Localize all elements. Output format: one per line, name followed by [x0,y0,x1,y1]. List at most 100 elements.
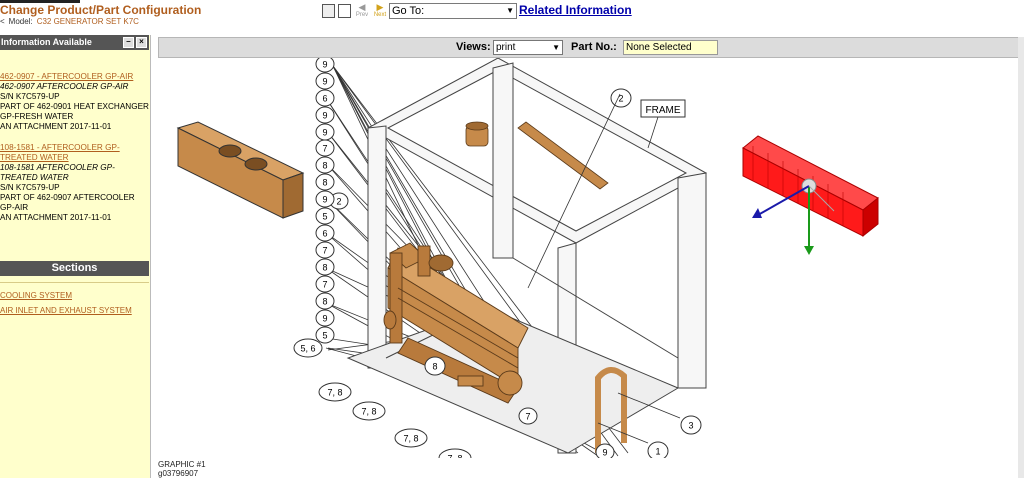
callout-label: 8 [322,178,327,188]
divider [0,282,149,283]
callout-label: 9 [322,128,327,138]
callout-bubble: 7, 8 [394,428,428,448]
callout-bubble: 7 [518,407,538,425]
callout-label: 2 [336,197,341,207]
callout-bubble: 6 [315,89,335,107]
info-entry-line: S/N K7C579-UP [0,92,60,101]
callout-bubble: 5, 6 [293,338,323,358]
callout-bubble: 6 [315,224,335,242]
info-available-header: Information Available – × [0,35,149,50]
chevron-down-icon: ▼ [506,6,514,15]
chevron-down-icon: ▼ [552,43,560,52]
callout-bubble: 9 [595,443,615,461]
info-entry-line: 108-1581 AFTERCOOLER GP-TREATED WATER [0,163,115,182]
callout-bubble: 3 [680,415,702,435]
callout-bubble: 7, 8 [438,448,472,468]
model-line: < Model: C32 GENERATOR SET K7C [0,17,139,26]
model-label: Model: [8,17,33,26]
graphic-caption: GRAPHIC #1 g03796907 [158,460,206,478]
info-entry-line: AN ATTACHMENT 2017-11-01 [0,122,112,131]
callout-bubble: 7, 8 [318,382,352,402]
model-value: C32 GENERATOR SET K7C [36,17,139,26]
close-icon[interactable]: × [136,37,147,48]
info-sidebar: Information Available – × 462-0907 - AFT… [0,35,151,478]
exploded-view-drawing[interactable]: FRAME 9969978829567878955, 687, 87, 87, … [158,55,1024,468]
part-number-field[interactable]: None Selected [623,40,718,55]
callout-label: 5 [322,212,327,222]
info-available-title: Information Available [1,37,92,47]
vertical-scrollbar[interactable] [1018,37,1024,478]
callout-label: 7 [322,246,327,256]
section-link-air-inlet[interactable]: AIR INLET AND EXHAUST SYSTEM [0,306,132,315]
highlighted-aftercooler-part[interactable] [742,135,879,255]
info-entry-line: S/N K7C579-UP [0,183,60,192]
callout-label: 9 [322,195,327,205]
callout-label: 9 [322,77,327,87]
callout-label: 9 [602,448,607,458]
print-icon[interactable] [322,4,335,18]
views-select[interactable]: print ▼ [493,40,563,55]
graphic-number: GRAPHIC #1 [158,460,206,469]
section-link-cooling[interactable]: COOLING SYSTEM [0,291,72,300]
callout-bubble: 8 [424,356,446,376]
chevron-left-icon: < [0,17,5,26]
callout-label: 5 [322,331,327,341]
info-entry-link[interactable]: 462-0907 - AFTERCOOLER GP-AIR [0,72,149,82]
minimize-icon[interactable]: – [123,37,134,48]
next-button[interactable]: ▶ Next [372,2,388,19]
sections-header: Sections [0,261,149,276]
views-value: print [496,42,516,53]
callout-bubble: 9 [315,106,335,124]
info-entry: 108-1581 - AFTERCOOLER GP-TREATED WATER … [0,143,149,223]
info-entry: 462-0907 - AFTERCOOLER GP-AIR 462-0907 A… [0,72,149,132]
callout-label: 8 [322,263,327,273]
callout-bubble: 7 [315,275,335,293]
callout-label: 7, 8 [447,454,462,459]
arrow-right-icon: ▶ [376,2,384,12]
part-number-label: Part No.: [571,41,617,53]
callout-bubble: 9 [315,55,335,73]
callout-label: 5, 6 [300,344,315,354]
callout-label: 3 [688,421,693,431]
info-entry-line: PART OF 462-0901 HEAT EXCHANGER GP-FRESH… [0,102,149,121]
callout-bubble: 7, 8 [352,401,386,421]
callout-bubble: 8 [315,258,335,276]
callout-bubble: 9 [315,72,335,90]
info-entry-link[interactable]: 108-1581 - AFTERCOOLER GP-TREATED WATER [0,143,149,163]
goto-value: Go To: [392,5,425,17]
callout-bubble: 2 [610,88,632,108]
callout-label: 7 [322,280,327,290]
callout-label: 9 [322,111,327,121]
callout-label: 8 [322,297,327,307]
callout-bubble: 7 [315,139,335,157]
document-icon[interactable] [338,4,351,18]
callout-label: 7 [525,412,530,422]
callout-label: 6 [322,229,327,239]
callout-label: 1 [655,447,660,457]
related-information-link[interactable]: Related Information [519,3,632,17]
callout-label: 6 [322,94,327,104]
callout-bubble: 8 [315,292,335,310]
callout-label: 9 [322,60,327,70]
callout-label: 9 [322,314,327,324]
parts-graphic[interactable]: FRAME 9 9 6 9 9 7 8 8 2 9 5 6 7 8 7 8 9 5 5, 6 8 7, 8 7, 8 7, … [158,55,1024,468]
frame-label: FRAME [646,105,681,116]
callout-bubble: 9 [315,309,335,327]
callout-bubble: 1 [647,441,669,461]
info-entry-line: 462-0907 AFTERCOOLER GP-AIR [0,82,129,91]
arrow-left-icon: ◀ [358,2,366,12]
callout-bubble: 9 [315,190,335,208]
goto-select[interactable]: Go To: ▼ [389,3,517,19]
prev-label: Prev [355,12,369,18]
views-toolbar: Views: print ▼ Part No.: None Selected [158,37,1024,58]
callout-bubble: 5 [315,207,335,225]
info-entry-line: PART OF 462-0907 AFTERCOOLER GP-AIR [0,193,135,212]
change-configuration-link[interactable]: Change Product/Part Configuration [0,3,201,17]
next-label: Next [373,12,387,18]
callout-bubble: 7 [315,241,335,259]
graphic-id: g03796907 [158,469,199,478]
callout-label: 7, 8 [327,388,342,398]
callout-bubble: 8 [315,173,335,191]
prev-button[interactable]: ◀ Prev [354,2,370,19]
callout-label: 8 [322,161,327,171]
